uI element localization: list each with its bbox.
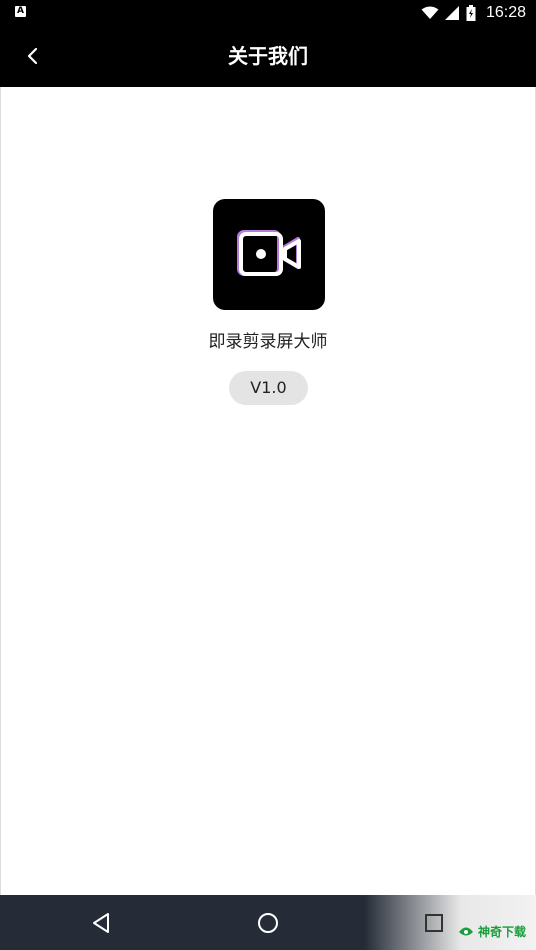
status-icons: 16:28: [421, 0, 526, 25]
chevron-left-icon: [27, 47, 38, 65]
video-camera-icon: [237, 230, 301, 276]
signal-icon: [444, 5, 459, 20]
nav-home-button[interactable]: [238, 895, 298, 950]
watermark: 神奇下载: [458, 923, 526, 940]
app-bar: 关于我们: [0, 25, 536, 87]
system-nav-bar: [0, 895, 536, 950]
back-button[interactable]: [14, 37, 52, 75]
about-content: 即录剪录屏大师 V1.0: [0, 87, 536, 895]
status-time: 16:28: [485, 3, 526, 21]
back-triangle-icon: [93, 912, 109, 933]
notification-icon: A: [15, 6, 26, 17]
page-title: 关于我们: [228, 44, 308, 68]
status-bar: A 16:28: [0, 0, 536, 25]
watermark-logo-icon: [458, 927, 473, 935]
wifi-icon: [421, 6, 439, 19]
version-badge: V1.0: [229, 371, 308, 405]
battery-icon: [466, 4, 476, 21]
app-name: 即录剪录屏大师: [208, 332, 328, 352]
nav-back-button[interactable]: [71, 895, 131, 950]
recents-square-icon: [425, 913, 443, 932]
watermark-text: 神奇下载: [477, 925, 526, 939]
home-circle-icon: [258, 912, 278, 933]
nav-recents-button[interactable]: [404, 895, 464, 950]
app-logo: [213, 199, 325, 310]
